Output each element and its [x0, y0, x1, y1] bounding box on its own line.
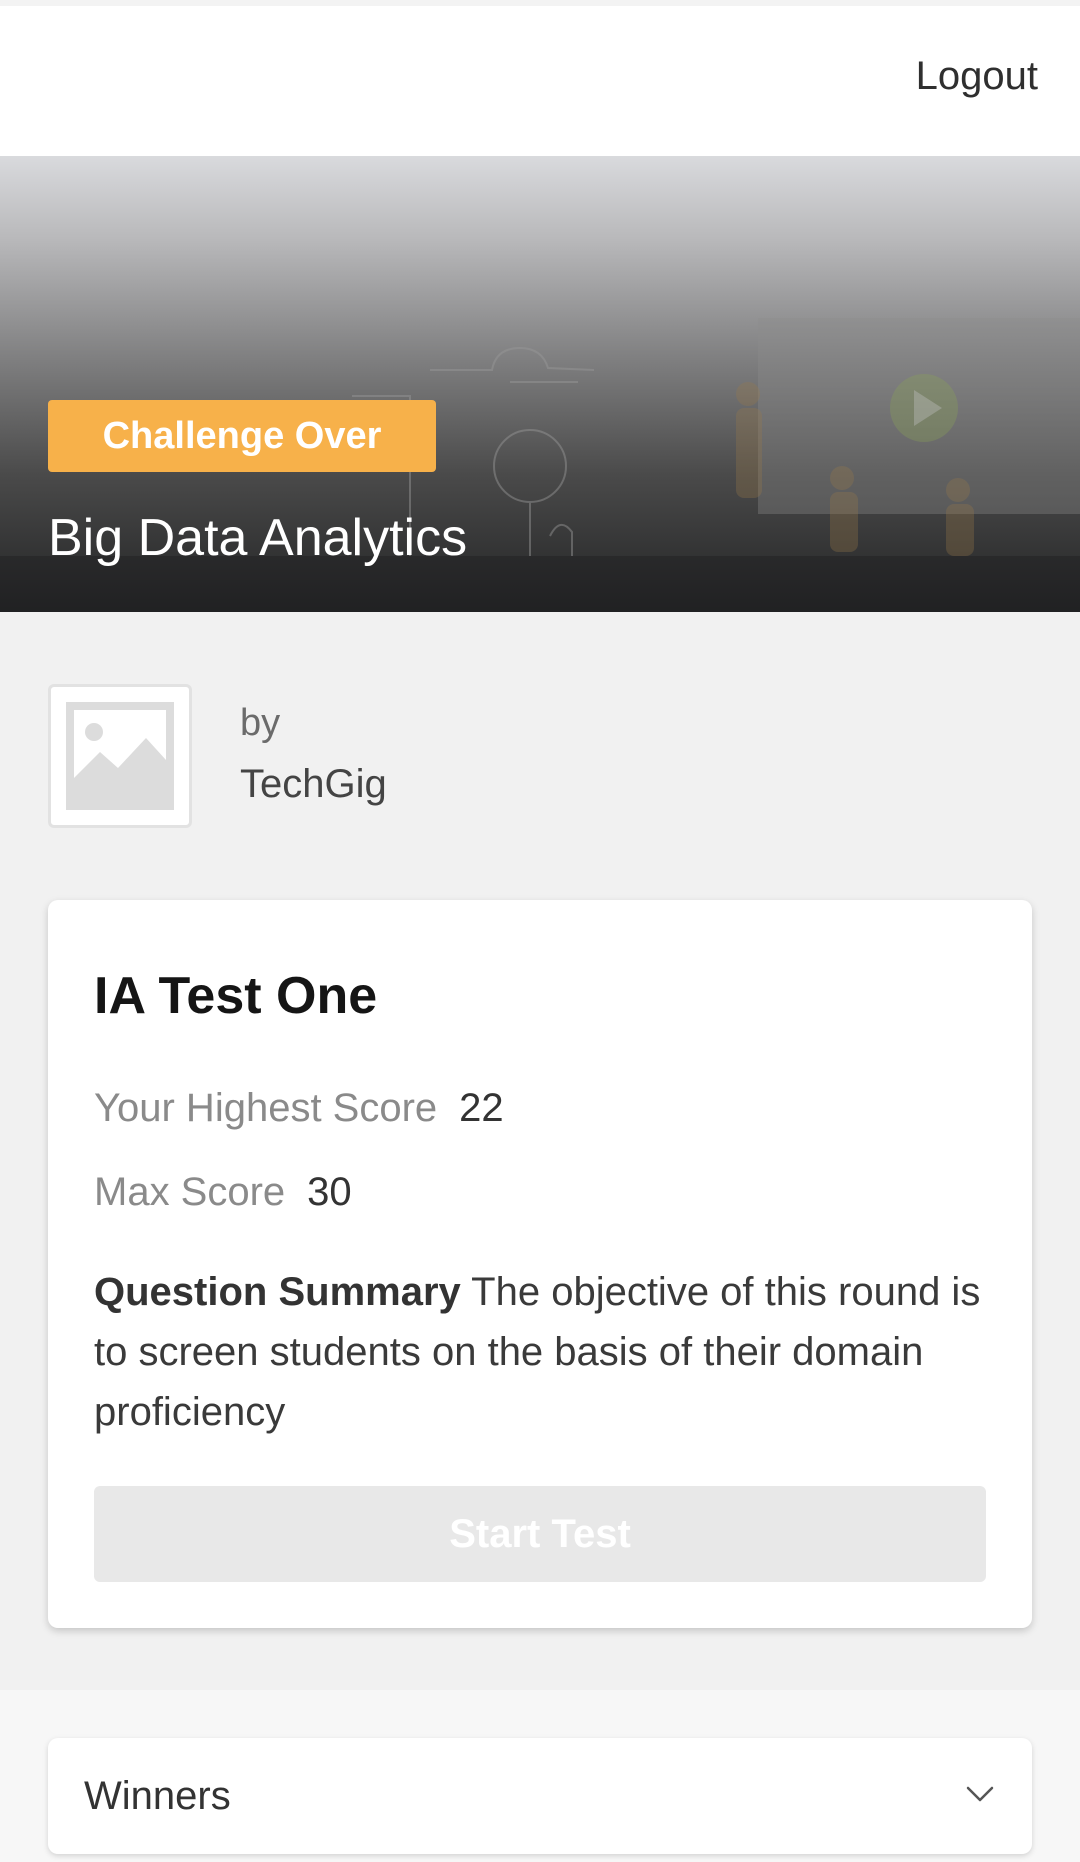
max-score-row: Max Score 30	[94, 1170, 352, 1215]
logout-link[interactable]: Logout	[916, 54, 1038, 99]
organizer-name[interactable]: TechGig	[240, 762, 387, 807]
top-bar: Logout	[0, 0, 1080, 156]
organizer-logo	[48, 684, 192, 828]
highest-score-row: Your Highest Score 22	[94, 1086, 504, 1131]
challenge-title: Big Data Analytics	[48, 509, 468, 567]
test-title: IA Test One	[94, 967, 378, 1025]
question-summary-label: Question Summary	[94, 1270, 461, 1314]
test-card: IA Test One Your Highest Score 22 Max Sco…	[48, 900, 1032, 1628]
start-test-button[interactable]: Start Test	[94, 1486, 986, 1582]
highest-score-value: 22	[459, 1086, 504, 1130]
winners-label: Winners	[84, 1774, 231, 1818]
max-score-value: 30	[307, 1170, 352, 1214]
max-score-label: Max Score	[94, 1170, 286, 1214]
challenge-status-badge: Challenge Over	[48, 400, 436, 472]
winners-accordion[interactable]: Winners	[48, 1738, 1032, 1854]
question-summary: Question Summary The objective of this r…	[94, 1262, 984, 1442]
chevron-down-icon[interactable]	[964, 1778, 996, 1810]
organizer-by-label: by	[240, 702, 281, 744]
challenge-banner: Challenge Over Big Data Analytics	[0, 156, 1080, 612]
highest-score-label: Your Highest Score	[94, 1086, 438, 1130]
winners-section: Winners	[0, 1690, 1080, 1862]
image-placeholder-icon	[66, 702, 174, 810]
